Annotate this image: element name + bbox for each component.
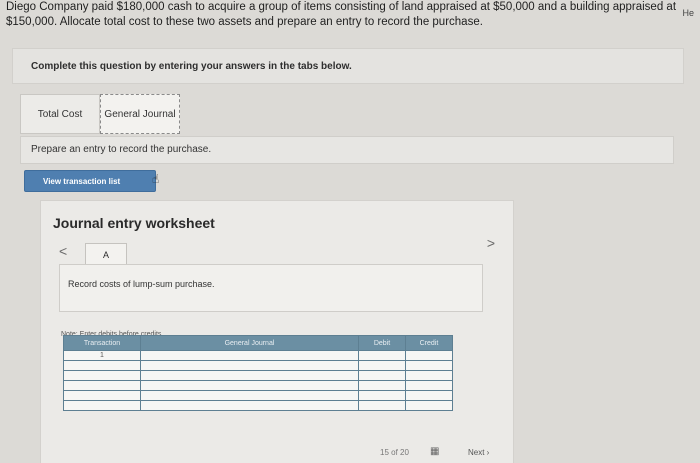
debit-input[interactable] <box>358 360 406 371</box>
account-input[interactable] <box>140 390 359 401</box>
col-credit: Credit <box>405 335 453 351</box>
next-button[interactable]: Next › <box>468 448 489 457</box>
table-row <box>63 380 453 391</box>
transaction-cell <box>63 370 141 381</box>
question-text: Diego Company paid $180,000 cash to acqu… <box>6 1 677 28</box>
debit-input[interactable] <box>358 390 406 401</box>
credit-input[interactable] <box>405 380 453 391</box>
col-debit: Debit <box>358 335 406 351</box>
transaction-cell <box>63 360 141 371</box>
transaction-cell <box>63 380 141 391</box>
next-entry-icon[interactable]: > <box>487 235 495 251</box>
credit-input[interactable] <box>405 400 453 411</box>
account-input[interactable] <box>140 360 359 371</box>
debit-input[interactable] <box>358 370 406 381</box>
transaction-cell: 1 <box>63 350 141 361</box>
credit-input[interactable] <box>405 350 453 361</box>
page-indicator: 15 of 20 <box>380 448 409 457</box>
journal-worksheet: Journal entry worksheet < > A Record cos… <box>40 200 514 463</box>
view-transaction-list-button[interactable]: View transaction list <box>24 170 156 192</box>
instruction-text: Complete this question by entering your … <box>31 61 352 72</box>
col-general-journal: General Journal <box>140 335 359 351</box>
account-input[interactable] <box>140 350 359 361</box>
journal-table: Transaction General Journal Debit Credit… <box>63 335 453 411</box>
table-row: 1 <box>63 350 453 361</box>
credit-input[interactable] <box>405 370 453 381</box>
debit-input[interactable] <box>358 350 406 361</box>
table-row <box>63 370 453 381</box>
tab-general-journal[interactable]: General Journal <box>100 94 180 134</box>
next-label: Next <box>468 448 485 457</box>
entry-description: Record costs of lump-sum purchase. <box>68 279 215 289</box>
col-transaction: Transaction <box>63 335 141 351</box>
prompt-text: Prepare an entry to record the purchase. <box>31 144 212 155</box>
account-input[interactable] <box>140 370 359 381</box>
debit-input[interactable] <box>358 400 406 411</box>
transaction-cell <box>63 390 141 401</box>
table-row <box>63 360 453 371</box>
prev-entry-icon[interactable]: < <box>59 243 67 259</box>
entry-description-box: Record costs of lump-sum purchase. <box>59 264 483 312</box>
account-input[interactable] <box>140 380 359 391</box>
worksheet-title: Journal entry worksheet <box>53 215 215 231</box>
instruction-panel: Complete this question by entering your … <box>12 48 684 84</box>
account-input[interactable] <box>140 400 359 411</box>
tab-total-cost[interactable]: Total Cost <box>20 94 100 134</box>
table-row <box>63 400 453 411</box>
prompt-bar: Prepare an entry to record the purchase. <box>20 136 674 164</box>
credit-input[interactable] <box>405 390 453 401</box>
grid-icon[interactable]: ▦ <box>430 446 439 457</box>
transaction-cell <box>63 400 141 411</box>
credit-input[interactable] <box>405 360 453 371</box>
hand-pointer-icon: ☝ <box>152 172 160 186</box>
debit-input[interactable] <box>358 380 406 391</box>
table-row <box>63 390 453 401</box>
